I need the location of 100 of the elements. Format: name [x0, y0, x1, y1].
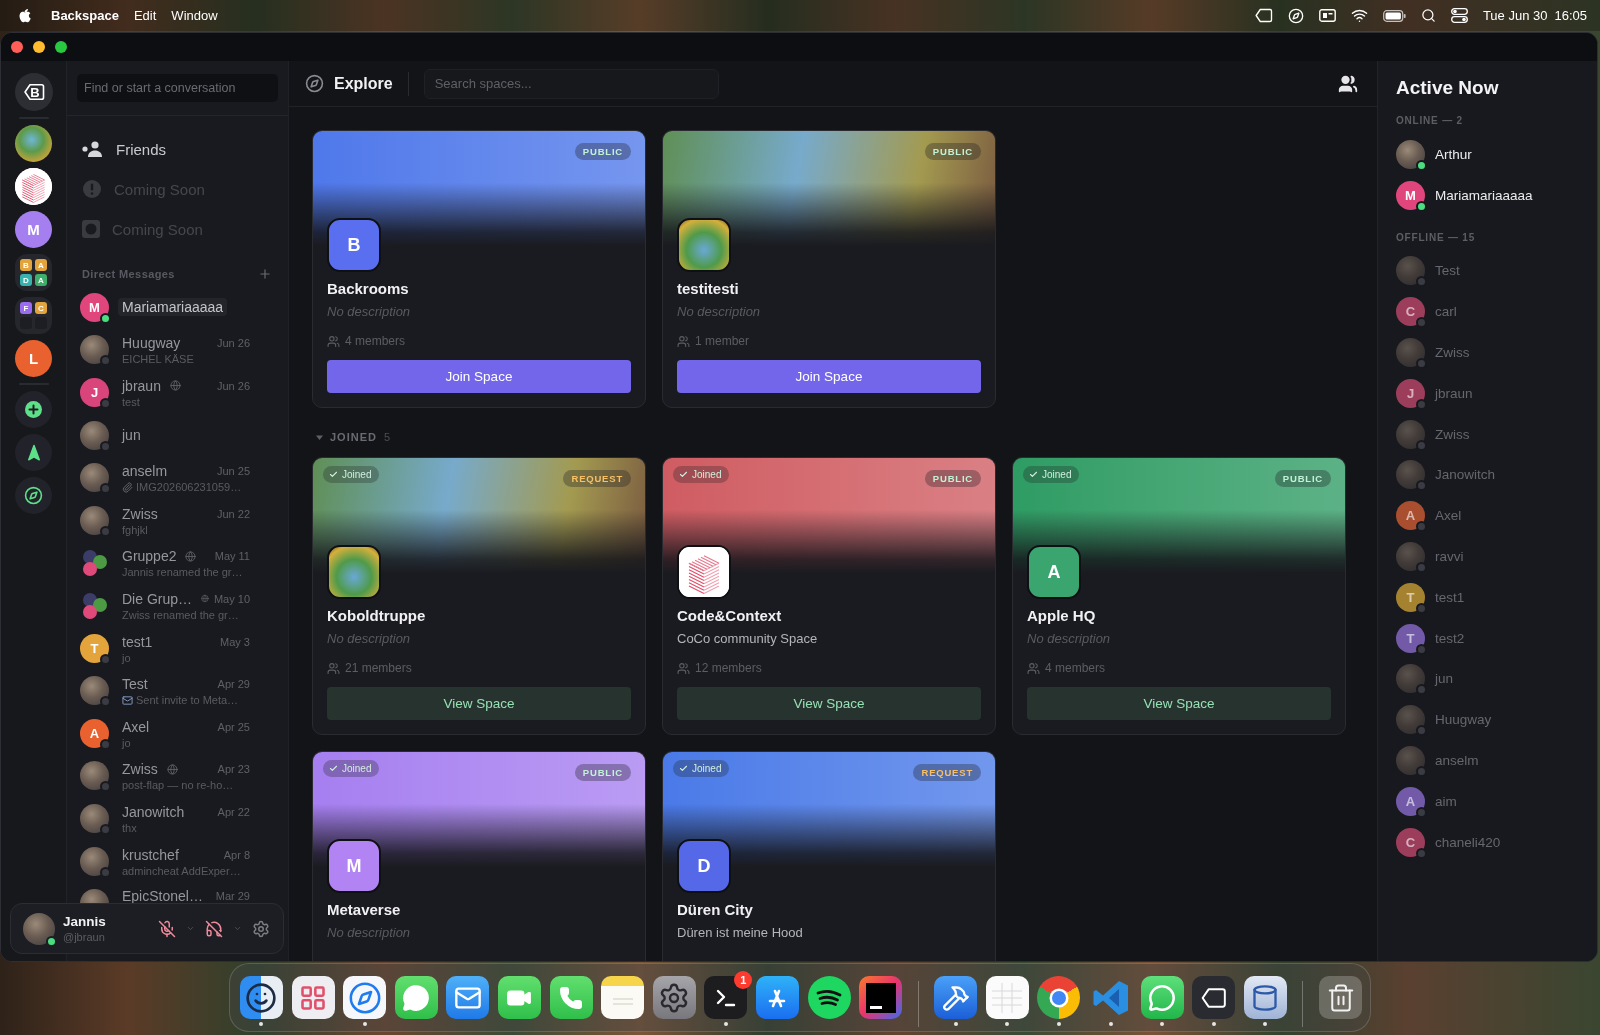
member-name[interactable]: anselm — [1435, 753, 1479, 769]
dm-name[interactable]: Janowitch — [118, 802, 189, 821]
app-menu[interactable]: Backspace — [51, 8, 119, 23]
video-camera-app-icon[interactable] — [497, 976, 541, 1019]
dm-name[interactable]: anselm — [118, 462, 172, 481]
dm-name[interactable]: Test — [118, 675, 152, 694]
search-icon[interactable] — [1420, 8, 1436, 23]
explore-button[interactable] — [15, 477, 52, 514]
trash-can-icon[interactable] — [1319, 976, 1363, 1019]
dm-name[interactable]: Gruppe2 — [118, 547, 181, 566]
join-space-button[interactable]: Join Space — [677, 360, 981, 393]
dm-name[interactable]: Zwiss — [118, 504, 162, 523]
member-name[interactable]: Zwiss — [1435, 426, 1470, 442]
search-field[interactable]: Search spaces... — [423, 68, 719, 99]
nav-item[interactable]: Friends — [77, 129, 278, 169]
wifi-icon[interactable] — [1350, 7, 1368, 24]
message-date: Jun 26 — [216, 380, 250, 392]
compass-app-icon[interactable] — [343, 976, 387, 1019]
grid-app-icon[interactable] — [291, 976, 335, 1019]
spreadsheet-app-icon[interactable] — [985, 976, 1029, 1019]
letter-a-app-icon[interactable] — [755, 976, 799, 1019]
dm-name[interactable]: Die Grup… — [118, 589, 197, 608]
segmented-circle-app-icon[interactable] — [1037, 976, 1081, 1019]
avatar-photo — [80, 676, 109, 706]
server-photo[interactable] — [15, 125, 52, 162]
hammer-app-icon[interactable] — [934, 976, 978, 1019]
member-name[interactable]: chaneli420 — [1435, 834, 1501, 850]
group-avatar-icon — [80, 548, 109, 578]
search-field[interactable]: Find or start a conversation — [77, 74, 278, 102]
home-button[interactable]: B — [14, 73, 53, 111]
envelope-app-icon[interactable] — [446, 976, 490, 1019]
member-name[interactable]: aim — [1435, 793, 1457, 809]
member-name[interactable]: jbraun — [1435, 385, 1473, 401]
display-icon[interactable] — [1318, 9, 1336, 22]
join-space-button[interactable]: Join Space — [327, 360, 631, 393]
settings-icon[interactable] — [252, 919, 270, 938]
cylinder-app-icon[interactable] — [1243, 976, 1287, 1019]
member-name[interactable]: ravvi — [1435, 549, 1464, 565]
tag-app-icon[interactable] — [1192, 976, 1236, 1019]
server-button[interactable]: L — [15, 340, 52, 377]
add-server-button[interactable] — [15, 391, 52, 428]
member-name[interactable]: Huugway — [1435, 712, 1492, 728]
smiley-app-icon[interactable] — [239, 976, 283, 1019]
control-toggles-icon[interactable] — [1450, 8, 1468, 23]
dm-name[interactable]: Axel — [118, 717, 154, 736]
avatar-photo — [80, 803, 109, 833]
terminal-app-icon[interactable] — [704, 976, 748, 1019]
navigation-button[interactable] — [15, 434, 52, 471]
avatar-photo — [80, 761, 109, 791]
square-logo-app-icon[interactable] — [859, 976, 903, 1019]
section-heading: Direct Messages — [82, 268, 175, 280]
view-space-button[interactable]: View Space — [327, 687, 631, 720]
member-name[interactable]: Axel — [1435, 508, 1462, 524]
member-name[interactable]: Mariamariaaaaa — [1435, 187, 1533, 203]
apple-icon[interactable] — [18, 7, 31, 24]
caret-icon[interactable] — [316, 433, 323, 441]
view-space-button[interactable]: View Space — [1027, 687, 1331, 720]
member-name[interactable]: Janowitch — [1435, 467, 1496, 483]
server-folder[interactable]: F C — [15, 297, 52, 334]
sound-waves-app-icon[interactable] — [807, 976, 851, 1019]
dm-name[interactable]: Mariamariaaaaa — [118, 298, 228, 317]
member-name[interactable]: Arthur — [1435, 146, 1472, 162]
dm-name[interactable]: EpicStonel… — [118, 886, 207, 905]
speech-bubble-app-icon[interactable] — [394, 976, 438, 1019]
member-name[interactable]: Zwiss — [1435, 345, 1470, 361]
people-icon[interactable] — [1338, 73, 1358, 94]
dm-name[interactable]: jbraun — [118, 377, 165, 395]
battery-icon[interactable] — [1382, 9, 1406, 22]
microphone-muted-icon[interactable] — [158, 919, 176, 938]
striped-cube-logo-icon[interactable] — [15, 168, 52, 205]
envelope-icon — [122, 694, 133, 706]
member-name[interactable]: test2 — [1435, 630, 1465, 646]
minimize-button[interactable] — [33, 41, 45, 53]
notepad-app-icon[interactable] — [601, 976, 645, 1019]
member-name[interactable]: test1 — [1435, 589, 1465, 605]
chat-bubble-app-icon[interactable] — [1140, 976, 1184, 1019]
dm-name[interactable]: krustchef — [118, 845, 183, 864]
dm-name[interactable]: jun — [118, 426, 145, 445]
compass-icon[interactable] — [1287, 7, 1304, 24]
zoom-button[interactable] — [55, 41, 67, 53]
dm-name[interactable]: test1 — [118, 632, 157, 651]
server-button[interactable]: M — [15, 211, 52, 248]
visibility-badge: PUBLIC — [574, 143, 631, 160]
close-button[interactable] — [11, 41, 23, 53]
headphones-muted-icon[interactable] — [205, 919, 223, 938]
dm-name[interactable]: Zwiss — [118, 760, 162, 779]
avatar-photo — [1396, 338, 1425, 368]
member-name[interactable]: jun — [1435, 671, 1453, 687]
people-icon — [677, 334, 690, 348]
phone-app-icon[interactable] — [549, 976, 593, 1019]
member-name[interactable]: carl — [1435, 304, 1457, 320]
menu-item[interactable]: Edit — [133, 8, 157, 23]
dm-name[interactable]: Huugway — [118, 334, 185, 353]
tag-icon[interactable] — [1254, 8, 1273, 23]
view-space-button[interactable]: View Space — [677, 687, 981, 720]
group-heading: OFFLINE — 15 — [1396, 230, 1477, 245]
menu-item[interactable]: Window — [171, 8, 218, 23]
member-name[interactable]: Test — [1435, 263, 1460, 279]
message-preview: Sent invite to Meta… — [136, 694, 239, 707]
gear-app-icon[interactable] — [652, 976, 696, 1019]
